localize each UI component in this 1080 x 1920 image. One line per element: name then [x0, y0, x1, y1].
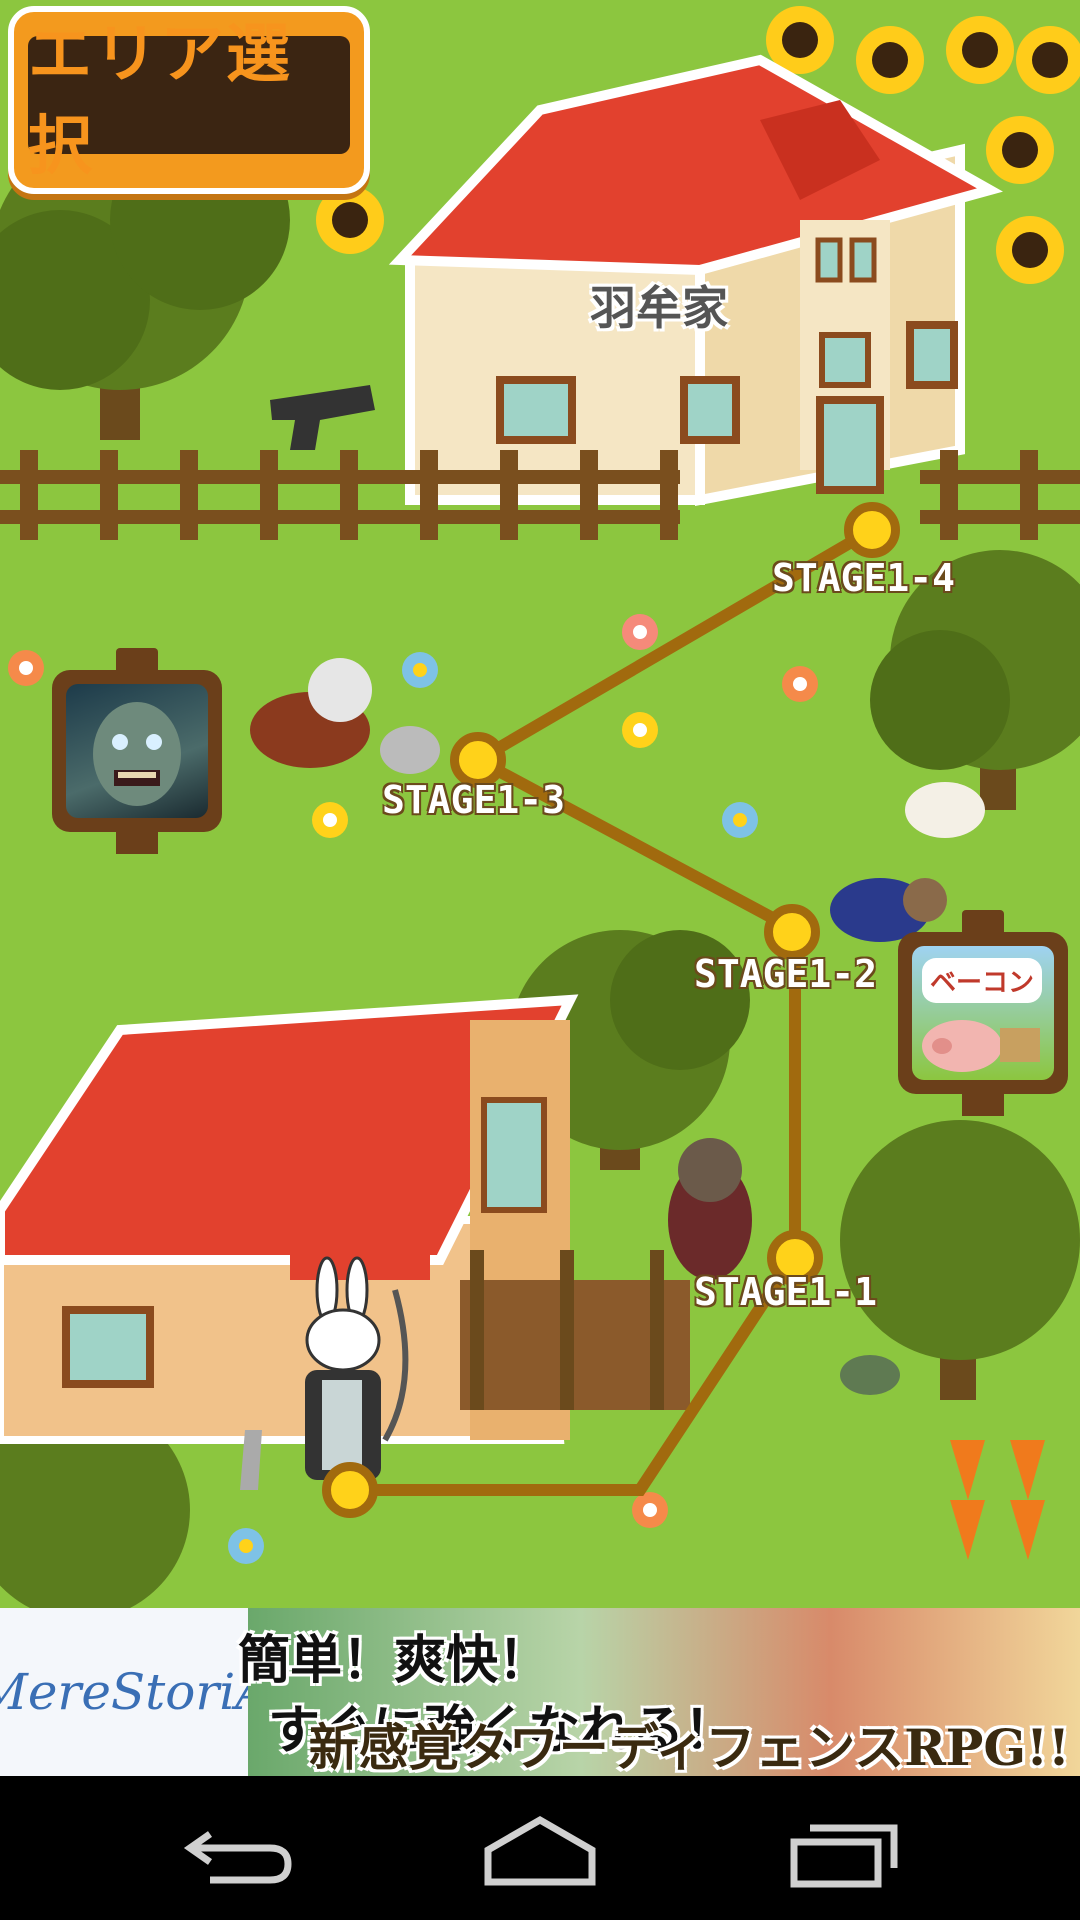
back-icon [183, 1831, 292, 1884]
stage-label-1-1[interactable]: STAGE1-1 [694, 1270, 877, 1314]
bacon-app-icon: ベーコン [912, 946, 1054, 1080]
animal-skull [905, 782, 985, 838]
system-nav-bar [0, 1776, 1080, 1920]
enemy-bear [668, 1138, 752, 1280]
recents-icon [790, 1824, 898, 1888]
gun-item [270, 385, 375, 450]
start-node [322, 1462, 378, 1518]
home-button[interactable] [470, 1806, 610, 1890]
house-label: 羽牟家 [590, 281, 728, 335]
grenade-item [840, 1355, 900, 1395]
area-select-plate: エリア選択 [28, 18, 350, 184]
sign-post-bottom [962, 1092, 1004, 1116]
stage-label-1-3[interactable]: STAGE1-3 [382, 778, 565, 822]
zombie-sign[interactable] [52, 648, 222, 854]
carrots [950, 1440, 1045, 1560]
ad-logo-text: MereStoriA [0, 1663, 272, 1721]
game-screen: エリア選択 羽牟家 ベーコン STAGE1-4 STAGE1-3 STAGE1-… [0, 0, 1080, 1920]
home-icon [484, 1815, 596, 1886]
zombie-face-icon [93, 702, 181, 806]
area-select-label: エリア選択 [28, 18, 292, 184]
sign-post-bottom [116, 830, 158, 854]
ad-banner[interactable]: MereStoriA 簡単！爽快！ すぐに強くなれる！ 新感覚タワーディフェンス… [0, 1608, 1080, 1776]
ad-logo: MereStoriA [0, 1608, 271, 1776]
bacon-sign[interactable]: ベーコン [898, 910, 1068, 1116]
bacon-tag: ベーコン [922, 958, 1043, 1003]
stage-label-1-4[interactable]: STAGE1-4 [772, 556, 955, 600]
zombie-app-icon [66, 684, 208, 818]
back-button[interactable] [170, 1806, 310, 1890]
recents-button[interactable] [770, 1806, 910, 1890]
stage-label-1-2[interactable]: STAGE1-2 [694, 952, 877, 996]
area-select-button[interactable]: エリア選択 [8, 6, 370, 194]
stage-node-1-4[interactable] [844, 502, 900, 558]
ad-copy-line3: 新感覚タワーディフェンスRPG!! [308, 1718, 1070, 1776]
ad-copy-line1: 簡単！爽快！ [238, 1631, 551, 1691]
area-map: エリア選択 羽牟家 ベーコン STAGE1-4 STAGE1-3 STAGE1-… [0, 0, 1080, 1608]
